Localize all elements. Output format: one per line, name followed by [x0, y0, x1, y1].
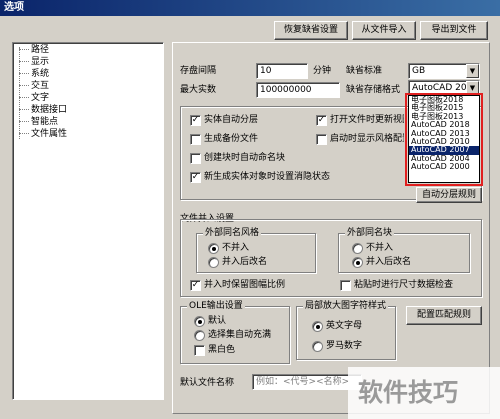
ole-black-white-label: 黑白色: [208, 345, 236, 355]
open-file-update-view-label: 打开文件时更新视图: [330, 115, 404, 125]
sticky-dimension-checkbox[interactable]: [340, 280, 351, 291]
export-file-button[interactable]: 导出到文件: [420, 21, 488, 40]
import-file-button[interactable]: 从文件导入: [352, 21, 416, 40]
ole-default-radio[interactable]: [194, 316, 205, 327]
keep-scale-checkbox[interactable]: ✓: [190, 280, 201, 291]
tree-item-label: 智能点: [31, 117, 59, 127]
ole-default-label: 默认: [208, 316, 227, 326]
block-merge-rename-radio[interactable]: [352, 257, 363, 268]
external-block-title: 外部同名块: [345, 227, 395, 239]
sticky-dimension-label: 粘贴时进行尺寸数据检查: [354, 280, 454, 290]
default-standard-select[interactable]: GB ▼: [408, 63, 480, 79]
ole-select-fill-label: 选择集自动充满: [208, 330, 272, 340]
tree-item-file-properties[interactable]: 文件属性: [19, 129, 67, 140]
default-filename-placeholder: 例如：<代号><名称>: [256, 377, 350, 387]
highlight-frame: [405, 93, 483, 186]
auto-layer-rule-button[interactable]: 自动分层规则: [416, 187, 482, 203]
ole-output-title: OLE输出设置: [187, 300, 245, 312]
style-no-merge-radio[interactable]: [208, 243, 219, 254]
tree-item-interaction[interactable]: 交互: [19, 81, 49, 92]
ole-black-white-checkbox[interactable]: [194, 345, 205, 356]
entity-auto-layer-label: 实体自动分层: [204, 115, 259, 125]
default-filename-input[interactable]: 例如：<代号><名称>: [252, 374, 362, 390]
local-font-title: 局部放大图字符样式: [303, 300, 389, 312]
tree-item-display[interactable]: 显示: [19, 57, 49, 68]
create-block-auto-name-label: 创建块时自动命名块: [204, 153, 286, 163]
window-title: 选项: [0, 0, 500, 16]
font-english-radio[interactable]: [312, 321, 323, 332]
tree-item-smart-point[interactable]: 智能点: [19, 117, 58, 128]
save-interval-label: 存盘间隔: [180, 66, 217, 76]
block-no-merge-label: 不并入: [366, 243, 394, 253]
config-match-rule-button[interactable]: 配置匹配规则: [406, 306, 482, 325]
tree-item-label: 数据接口: [31, 105, 68, 115]
font-roman-radio[interactable]: [312, 341, 323, 352]
default-filename-label: 默认文件名称: [180, 378, 235, 388]
new-entity-set-status-label: 新生成实体对象时设置消隐状态: [204, 172, 331, 182]
auto-show-style-label: 启动时显示风格配置: [330, 134, 404, 144]
tree-item-label: 交互: [31, 81, 50, 91]
entity-auto-layer-checkbox[interactable]: ✓: [190, 115, 201, 126]
tree-item-text[interactable]: 文字: [19, 93, 49, 104]
style-merge-rename-radio[interactable]: [208, 257, 219, 268]
save-interval-unit: 分钟: [313, 66, 332, 76]
tree-item-label: 文件属性: [31, 129, 68, 139]
style-no-merge-label: 不并入: [222, 243, 250, 253]
font-roman-label: 罗马数字: [326, 341, 363, 351]
chevron-down-icon[interactable]: ▼: [466, 64, 479, 78]
block-merge-rename-label: 并入后改名: [366, 257, 412, 267]
style-merge-rename-label: 并入后改名: [222, 257, 268, 267]
keep-scale-label: 并入时保留图幅比例: [204, 280, 286, 290]
tree-item-system[interactable]: 系统: [19, 69, 49, 80]
tree-item-data-interface[interactable]: 数据接口: [19, 105, 67, 116]
auto-show-style-checkbox[interactable]: [316, 134, 327, 145]
new-entity-set-status-checkbox[interactable]: ✓: [190, 172, 201, 183]
tree-item-label: 路径: [31, 45, 50, 55]
ole-select-fill-radio[interactable]: [194, 330, 205, 341]
tree-item-path[interactable]: 路径: [19, 45, 49, 56]
open-file-update-view-checkbox[interactable]: ✓: [316, 115, 327, 126]
tree-item-label: 显示: [31, 57, 50, 67]
tree-item-label: 文字: [31, 93, 50, 103]
options-tree[interactable]: 路径 显示 系统 交互 文字 数据接口 智能点 文件属性: [12, 42, 164, 400]
restore-defaults-button[interactable]: 恢复缺省设置: [274, 21, 348, 40]
max-instances-label: 最大实数: [180, 85, 217, 95]
max-instances-input[interactable]: 100000000: [256, 82, 340, 98]
default-save-format-label: 缺省存储格式: [346, 85, 401, 95]
create-block-auto-name-checkbox[interactable]: [190, 153, 201, 164]
watermark-logo: 软件技巧: [348, 367, 500, 419]
generate-backup-label: 生成备份文件: [204, 134, 259, 144]
tree-item-label: 系统: [31, 69, 50, 79]
external-style-title: 外部同名风格: [203, 227, 262, 239]
save-interval-input[interactable]: 10: [256, 63, 308, 79]
default-standard-label: 缺省标准: [346, 66, 383, 76]
default-standard-value: GB: [412, 66, 426, 76]
font-english-label: 英文字母: [326, 321, 363, 331]
block-no-merge-radio[interactable]: [352, 243, 363, 254]
generate-backup-checkbox[interactable]: [190, 134, 201, 145]
